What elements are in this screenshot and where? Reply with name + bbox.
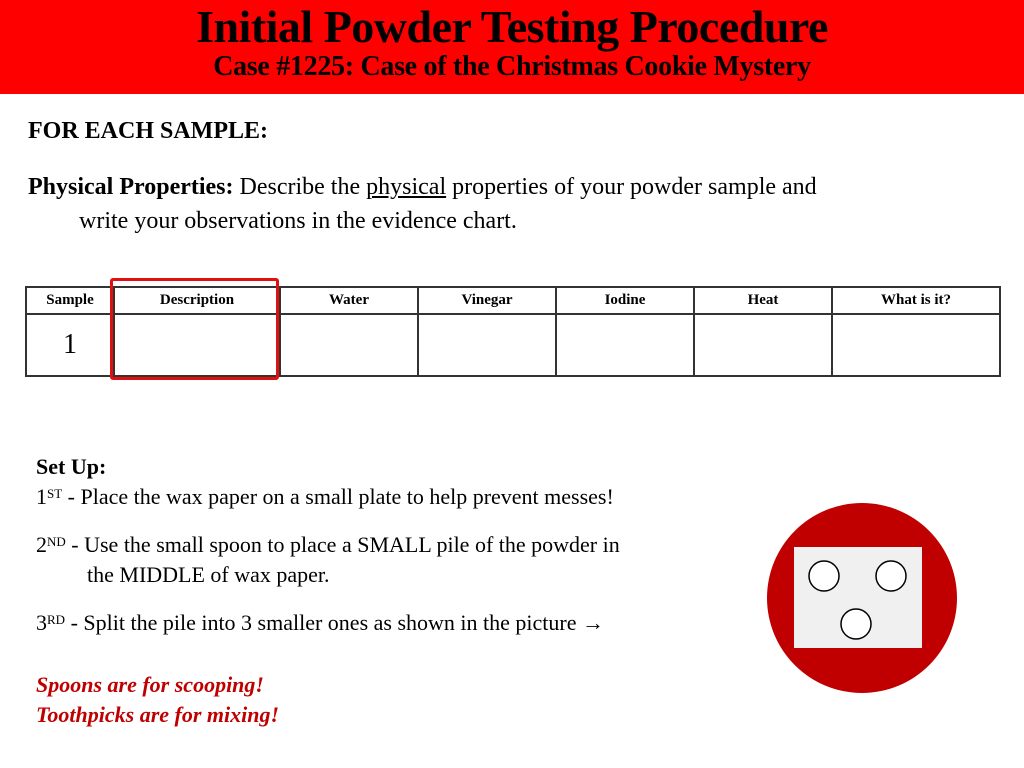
step-number: 2 <box>36 532 47 557</box>
safety-warnings: Spoons are for scooping! Toothpicks are … <box>36 670 279 730</box>
step-text: - Place the wax paper on a small plate t… <box>62 484 614 509</box>
warning-toothpicks: Toothpicks are for mixing! <box>36 702 280 727</box>
cell-what-is-it[interactable] <box>831 313 1001 377</box>
step-text-continued: the MIDDLE of wax paper. <box>87 562 330 587</box>
step-ordinal: ST <box>47 486 63 501</box>
physical-properties-instruction: Physical Properties: Describe the physic… <box>28 170 988 238</box>
step-ordinal: ND <box>47 534 66 549</box>
physical-text-line2: write your observations in the evidence … <box>79 208 517 234</box>
cell-water[interactable] <box>279 313 419 377</box>
cell-heat[interactable] <box>693 313 833 377</box>
step-ordinal: RD <box>47 612 66 627</box>
page-title: Initial Powder Testing Procedure <box>196 1 828 52</box>
step-number: 3 <box>36 610 47 635</box>
column-header-vinegar: Vinegar <box>417 286 557 315</box>
setup-step-1: 1ST - Place the wax paper on a small pla… <box>36 482 756 512</box>
cell-sample-number: 1 <box>25 313 115 377</box>
powder-pile-icon <box>808 560 840 592</box>
setup-step-2: 2ND - Use the small spoon to place a SMA… <box>36 530 756 590</box>
column-header-water: Water <box>279 286 419 315</box>
step-text: - Split the pile into 3 smaller ones as … <box>65 610 582 635</box>
title-banner: Initial Powder Testing Procedure Case #1… <box>0 0 1024 94</box>
arrow-right-icon: → <box>581 610 604 635</box>
cell-iodine[interactable] <box>555 313 695 377</box>
step-number: 1 <box>36 484 47 509</box>
page-subtitle: Case #1225: Case of the Christmas Cookie… <box>213 51 811 82</box>
warning-spoons: Spoons are for scooping! <box>36 672 264 697</box>
column-header-what-is-it: What is it? <box>831 286 1001 315</box>
cell-vinegar[interactable] <box>417 313 557 377</box>
setup-step-3: 3RD - Split the pile into 3 smaller ones… <box>36 608 756 638</box>
powder-pile-icon <box>875 560 907 592</box>
powder-pile-icon <box>840 608 872 640</box>
physical-underlined-word: physical <box>366 174 447 200</box>
column-header-heat: Heat <box>693 286 833 315</box>
physical-properties-label: Physical Properties: <box>28 174 234 200</box>
physical-text-before: Describe the <box>233 174 367 200</box>
description-column-highlight <box>110 278 279 380</box>
column-header-sample: Sample <box>25 286 115 315</box>
step-text: - Use the small spoon to place a SMALL p… <box>65 532 620 557</box>
setup-section: Set Up: 1ST - Place the wax paper on a s… <box>36 452 756 638</box>
setup-heading: Set Up: <box>36 454 107 479</box>
plate-diagram <box>767 503 957 693</box>
physical-text-after: properties of your powder sample and <box>446 174 817 200</box>
for-each-sample-heading: FOR EACH SAMPLE: <box>28 118 268 144</box>
column-header-iodine: Iodine <box>555 286 695 315</box>
